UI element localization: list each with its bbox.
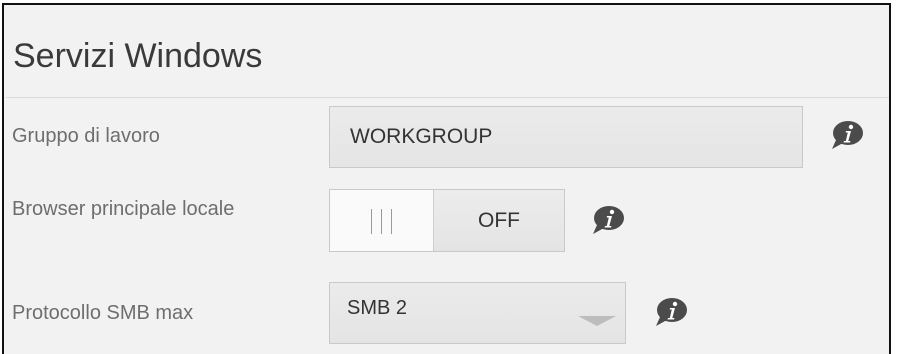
local-master-browser-label: Browser principale locale — [12, 198, 235, 220]
title-divider — [6, 97, 889, 98]
info-icon[interactable] — [654, 297, 688, 327]
section-title: Servizi Windows — [13, 37, 263, 75]
grip-line — [371, 209, 372, 234]
toggle-state-label: OFF — [434, 190, 564, 251]
grip-line — [381, 209, 382, 234]
info-icon[interactable] — [830, 120, 864, 150]
smb-max-protocol-select[interactable]: SMB 2 — [329, 282, 626, 344]
workgroup-label: Gruppo di lavoro — [12, 125, 160, 147]
workgroup-input[interactable] — [329, 106, 803, 168]
local-master-browser-toggle[interactable]: OFF — [329, 189, 565, 252]
select-value: SMB 2 — [347, 297, 408, 319]
grip-line — [391, 209, 392, 234]
info-icon[interactable] — [591, 205, 625, 235]
toggle-handle[interactable] — [330, 190, 434, 251]
smb-max-protocol-label: Protocollo SMB max — [12, 302, 194, 324]
chevron-down-icon — [578, 316, 616, 326]
